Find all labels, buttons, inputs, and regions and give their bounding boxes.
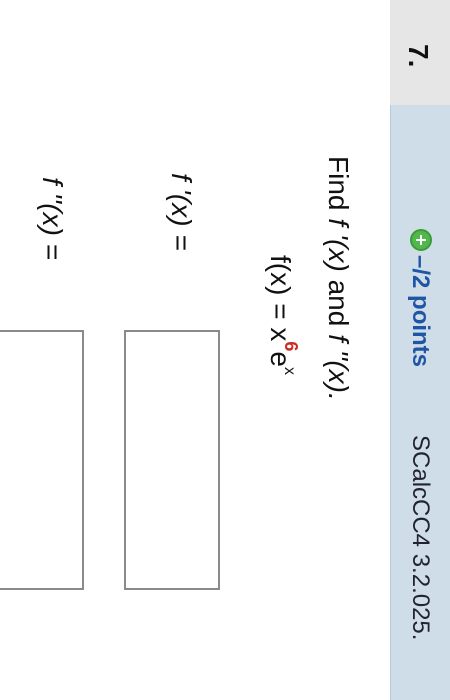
- equation-e: e: [265, 351, 296, 367]
- fprime-label: f '(x) =: [166, 173, 197, 251]
- exponent-value: 6: [281, 341, 301, 352]
- question-prompt: Find f '(x) and f ''(x).: [322, 156, 354, 401]
- prompt-find: Find: [323, 156, 354, 211]
- question-number: 7.: [403, 44, 434, 68]
- exponent-x: x: [281, 366, 298, 375]
- points-link[interactable]: –/2 points: [406, 255, 434, 367]
- prompt-fdoubleprime: f ''(x).: [323, 334, 354, 401]
- prompt-and: and: [323, 279, 354, 327]
- plus-icon[interactable]: [410, 229, 432, 251]
- fprime-answer-input[interactable]: [124, 330, 220, 590]
- fdoubleprime-label: f ''(x) =: [37, 177, 68, 261]
- question-header: –/2 points SCalcCC4 3.2.025.: [390, 105, 450, 700]
- question-body: Find f '(x) and f ''(x). f(x) = x6ex f '…: [0, 0, 390, 700]
- function-equation: f(x) = x6ex: [264, 255, 301, 375]
- prompt-fprime: f '(x): [323, 218, 354, 272]
- problem-source: SCalcCC4 3.2.025.: [407, 435, 434, 641]
- problem-card: 7. –/2 points SCalcCC4 3.2.025. Find f '…: [0, 0, 450, 700]
- equation-base: f(x) = x: [265, 255, 296, 342]
- fdoubleprime-answer-input[interactable]: [0, 330, 84, 590]
